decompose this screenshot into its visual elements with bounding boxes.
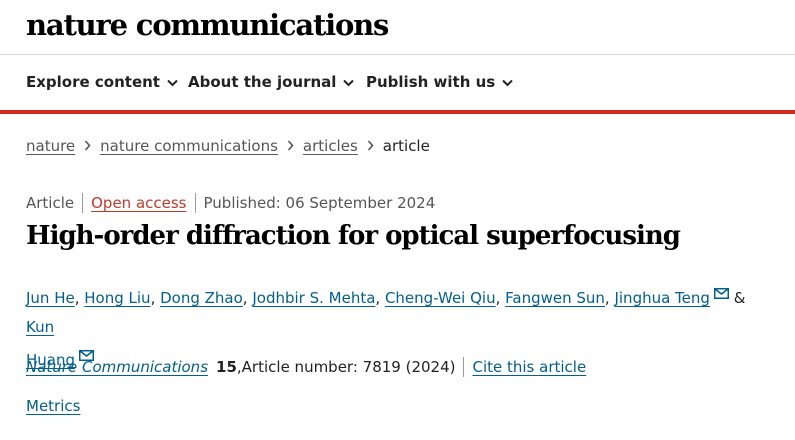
main-nav: Explore content About the journal Publis… [0,56,795,110]
article-number: Article number: 7819 (2024) [241,358,456,376]
author-link[interactable]: Dong Zhao [160,289,243,307]
nav-label: Explore content [26,73,160,91]
chevron-right-icon [287,137,294,155]
author-separator: , [150,289,161,307]
author-conjunction: & [733,289,746,307]
nav-accent-bar [0,110,795,114]
author-link[interactable]: Fangwen Sun [505,289,605,307]
published-date: Published: 06 September 2024 [203,194,436,212]
author-link[interactable]: Jun He [26,289,75,307]
journal-logo[interactable]: nature communications [26,8,389,42]
article-meta: Article Open access Published: 06 Septem… [26,193,435,213]
chevron-down-icon [502,73,513,91]
metrics-link[interactable]: Metrics [26,397,80,415]
author-link[interactable]: Jinghua Teng [614,289,709,307]
journal-link[interactable]: Nature Communications [26,358,208,376]
author-link[interactable]: Jodhbir S. Mehta [252,289,375,307]
author-link[interactable]: Cheng-Wei Qiu [385,289,496,307]
site-header: nature communications [0,0,795,55]
nav-label: About the journal [188,73,337,91]
chevron-down-icon [167,73,178,91]
chevron-down-icon [343,73,355,91]
nav-label: Publish with us [366,73,496,91]
author-separator: , [375,289,385,307]
author-separator: , [495,289,506,307]
author-first-name: Kun [26,318,55,336]
volume-number: 15 [216,358,237,376]
chevron-right-icon [84,137,91,155]
breadcrumb-current: article [382,137,430,155]
article-title: High-order diffraction for optical super… [26,221,681,251]
meta-divider [463,357,465,377]
nav-publish-with-us[interactable]: Publish with us [366,73,513,91]
breadcrumb-articles[interactable]: articles [303,137,358,155]
open-access-link[interactable]: Open access [91,194,186,212]
nav-about-journal[interactable]: About the journal [188,73,355,91]
chevron-right-icon [367,137,374,155]
citation-row: Nature Communications 15, Article number… [26,357,586,377]
breadcrumb: nature nature communications articles ar… [26,137,430,155]
breadcrumb-nature-communications[interactable]: nature communications [100,137,278,155]
article-type: Article [26,194,75,212]
meta-divider [82,193,84,213]
author-separator: , [242,289,253,307]
author-link[interactable]: Hong Liu [84,289,150,307]
nav-explore-content[interactable]: Explore content [26,73,178,91]
breadcrumb-nature[interactable]: nature [26,137,75,155]
mail-icon[interactable] [713,280,729,309]
cite-this-article-link[interactable]: Cite this article [472,358,586,376]
author-separator: , [74,289,85,307]
meta-divider [194,193,196,213]
